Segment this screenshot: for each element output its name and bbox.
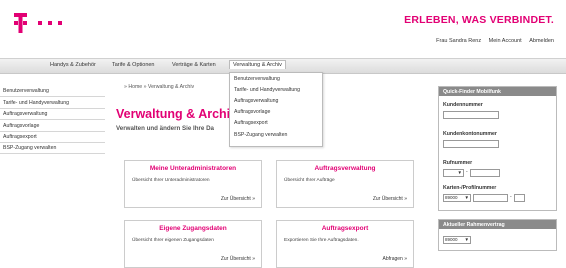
phone-prefix-select[interactable]: ▼ — [443, 169, 464, 177]
quick-finder-panel: Quick-Finder Mobilfunk Kundennummer Kund… — [438, 86, 557, 211]
nav-verwaltung-archiv[interactable]: Verwaltung & Archiv — [229, 60, 286, 69]
nav-tarife-optionen[interactable]: Tarife & Optionen — [112, 62, 155, 68]
chevron-down-icon: ▼ — [457, 170, 462, 175]
rahmenvertrag-select[interactable]: 89000 ▼ — [443, 236, 471, 244]
sidebar-item-auftragsverwaltung[interactable]: Auftragsverwaltung — [0, 109, 105, 121]
card-prefix-select[interactable]: 89000 ▼ — [443, 194, 471, 202]
brand-slogan: ERLEBEN, WAS VERBINDET. — [404, 14, 554, 26]
customer-number-label: Kundennummer — [443, 102, 483, 108]
logout-link[interactable]: Abmelden — [529, 38, 554, 44]
dash-separator: - — [510, 194, 512, 200]
rahmenvertrag-select-value: 89000 — [445, 237, 458, 242]
phone-number-label: Rufnummer — [443, 160, 473, 166]
card-title[interactable]: Auftragsverwaltung — [277, 165, 413, 172]
card-title[interactable]: Meine Unteradministratoren — [125, 165, 261, 172]
customer-account-label: Kundenkontonummer — [443, 131, 497, 137]
sidebar-item-auftragsexport[interactable]: Auftragsexport — [0, 132, 105, 143]
card-auftragsverwaltung: Auftragsverwaltung Übersicht Ihrer Auftr… — [276, 160, 414, 208]
phone-number-input[interactable] — [470, 169, 500, 177]
chevron-down-icon: ▼ — [464, 237, 469, 242]
nav-handys-zubehoer[interactable]: Handys & Zubehör — [50, 62, 96, 68]
sidebar: Benutzerverwaltung Tarife- und Handyverw… — [0, 86, 105, 155]
customer-number-input[interactable] — [443, 111, 499, 119]
card-number-input[interactable] — [473, 194, 508, 202]
user-name: Frau Sandra Renz — [436, 38, 482, 44]
card-profile-label: Karten-/Profilnummer — [443, 185, 497, 191]
card-title[interactable]: Auftragsexport — [277, 225, 413, 232]
customer-account-input[interactable] — [443, 140, 499, 148]
card-link[interactable]: Zur Übersicht » — [221, 196, 255, 202]
page-title: Verwaltung & Archiv — [116, 107, 238, 121]
my-account-link[interactable]: Mein Account — [489, 38, 522, 44]
card-description: Übersicht Ihrer eigenen Zugangsdaten — [132, 238, 214, 243]
sidebar-item-tarife-handyverwaltung[interactable]: Tarife- und Handyverwaltung — [0, 97, 105, 109]
card-link[interactable]: Abfragen » — [383, 256, 407, 262]
card-description: Übersicht Ihrer Unteradministratoren — [132, 178, 210, 183]
dropdown-item-auftragsexport[interactable]: Auftragsexport — [230, 118, 322, 129]
card-description: Exportieren Sie Ihre Auftragsdaten. — [284, 238, 359, 243]
rahmenvertrag-header: Aktueller Rahmenvertrag — [439, 220, 556, 229]
card-eigene-zugangsdaten: Eigene Zugangsdaten Übersicht Ihrer eige… — [124, 220, 262, 268]
card-prefix-value: 89000 — [445, 195, 458, 200]
sidebar-item-benutzerverwaltung[interactable]: Benutzerverwaltung — [0, 86, 105, 98]
breadcrumb[interactable]: » Home » Verwaltung & Archiv — [124, 84, 194, 90]
dropdown-item-benutzerverwaltung[interactable]: Benutzerverwaltung — [230, 73, 322, 84]
telekom-logo[interactable] — [14, 12, 84, 34]
card-link[interactable]: Zur Übersicht » — [373, 196, 407, 202]
dropdown-item-bsp-zugang[interactable]: BSP-Zugang verwalten — [230, 129, 322, 140]
rahmenvertrag-panel: Aktueller Rahmenvertrag 89000 ▼ — [438, 219, 557, 251]
card-unteradministratoren: Meine Unteradministratoren Übersicht Ihr… — [124, 160, 262, 208]
card-title[interactable]: Eigene Zugangsdaten — [125, 225, 261, 232]
card-auftragsexport: Auftragsexport Exportieren Sie Ihre Auft… — [276, 220, 414, 268]
dash-separator: - — [466, 169, 468, 175]
rahmenvertrag-title: Aktueller Rahmenvertrag — [443, 221, 505, 228]
top-links: Frau Sandra Renz Mein Account Abmelden — [430, 38, 554, 44]
sidebar-item-bsp-zugang[interactable]: BSP-Zugang verwalten — [0, 143, 105, 155]
quick-finder-title: Quick-Finder Mobilfunk — [443, 88, 501, 95]
chevron-down-icon: ▼ — [464, 195, 469, 200]
quick-finder-header: Quick-Finder Mobilfunk — [439, 87, 556, 96]
verwaltung-dropdown-menu: Benutzerverwaltung Tarife- und Handyverw… — [229, 72, 323, 147]
page-subtitle: Verwalten und ändern Sie Ihre Da — [116, 125, 214, 132]
sidebar-item-auftragsvorlage[interactable]: Auftragsvorlage — [0, 120, 105, 132]
card-check-input[interactable] — [514, 194, 525, 202]
nav-vertraege-karten[interactable]: Verträge & Karten — [172, 62, 216, 68]
dropdown-item-tarife-handyverwaltung[interactable]: Tarife- und Handyverwaltung — [230, 84, 322, 95]
card-link[interactable]: Zur Übersicht » — [221, 256, 255, 262]
dropdown-item-auftragsvorlage[interactable]: Auftragsvorlage — [230, 107, 322, 118]
card-description: Übersicht Ihrer Aufträge — [284, 178, 335, 183]
dropdown-item-auftragsverwaltung[interactable]: Auftragsverwaltung — [230, 95, 322, 106]
